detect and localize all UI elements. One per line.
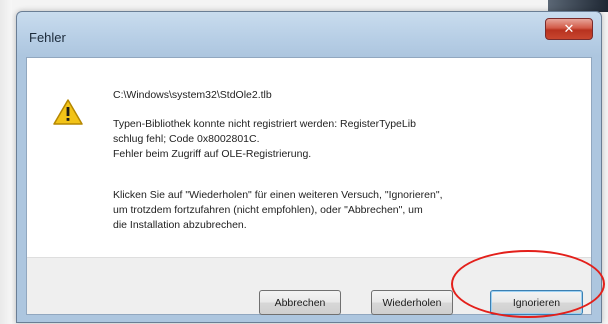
error-message-line: Fehler beim Zugriff auf OLE-Registrierun… xyxy=(113,148,312,160)
instruction-line: um trotzdem fortzufahren (nicht empfohle… xyxy=(113,204,423,216)
close-button[interactable]: ✕ xyxy=(545,18,593,40)
error-message-line: Typen-Bibliothek konnte nicht registrier… xyxy=(113,118,416,130)
abort-button[interactable]: Abbrechen xyxy=(259,290,341,315)
warning-icon xyxy=(53,99,83,125)
error-message: Typen-Bibliothek konnte nicht registrier… xyxy=(113,117,573,162)
ignore-button[interactable]: Ignorieren xyxy=(490,290,583,315)
error-message-line: schlug fehl; Code 0x8002801C. xyxy=(113,133,260,145)
background-left xyxy=(0,0,12,324)
instruction-line: Klicken Sie auf "Wiederholen" für einen … xyxy=(113,189,443,201)
dialog-body: C:\Windows\system32\StdOle2.tlb Typen-Bi… xyxy=(26,57,592,315)
instruction-line: die Installation abzubrechen. xyxy=(113,219,247,231)
file-path: C:\Windows\system32\StdOle2.tlb xyxy=(113,89,272,101)
close-icon: ✕ xyxy=(563,21,575,36)
error-dialog: Fehler ✕ C:\Windows\system32\StdOle2.tlb… xyxy=(16,11,602,323)
instruction-text: Klicken Sie auf "Wiederholen" für einen … xyxy=(113,188,583,233)
retry-button[interactable]: Wiederholen xyxy=(371,290,453,315)
dialog-title: Fehler xyxy=(29,30,66,45)
